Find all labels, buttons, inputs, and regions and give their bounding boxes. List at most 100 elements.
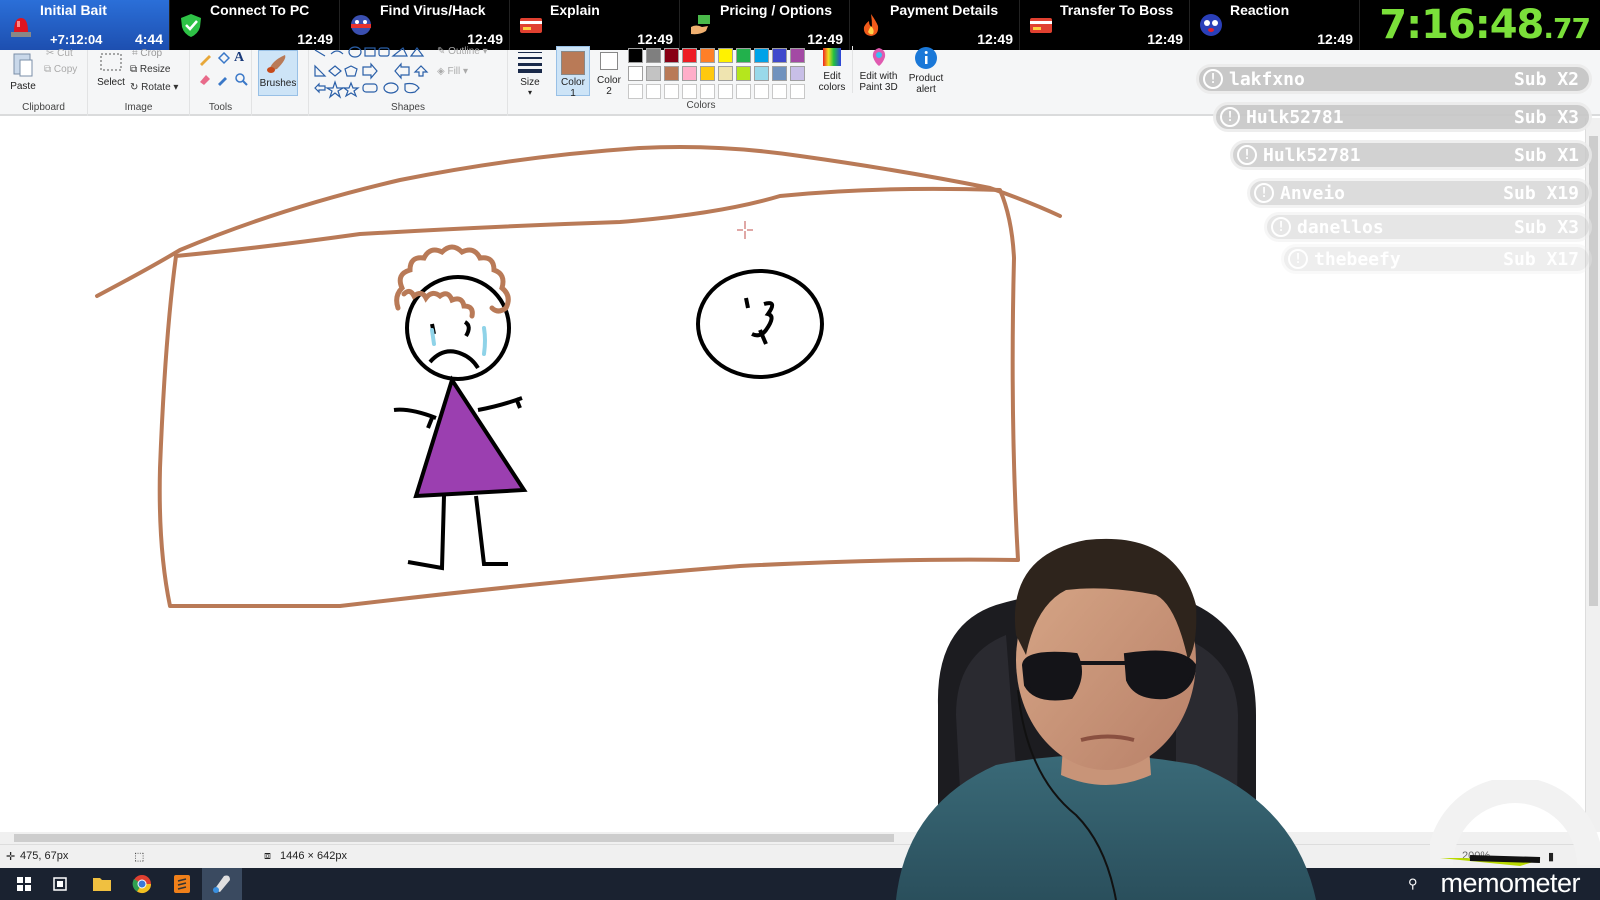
- alert-icon: !: [1203, 69, 1223, 89]
- palette-swatch[interactable]: [664, 66, 679, 81]
- palette-swatch[interactable]: [700, 66, 715, 81]
- colors-group-label: Colors: [686, 100, 716, 111]
- brushes-button[interactable]: Brushes: [258, 50, 298, 96]
- alert-icon: !: [1237, 145, 1257, 165]
- task-view-icon[interactable]: [42, 872, 78, 896]
- split-name: Explain: [550, 2, 600, 18]
- split-time: 12:49: [807, 31, 843, 47]
- palette-swatch[interactable]: [736, 66, 751, 81]
- copy-button[interactable]: ⧉ Copy: [44, 64, 77, 75]
- select-icon: [100, 53, 122, 71]
- magnifier-icon[interactable]: [234, 72, 248, 86]
- file-explorer-icon[interactable]: [84, 872, 120, 896]
- palette-swatch[interactable]: [718, 48, 733, 63]
- face-mouth: [751, 301, 775, 345]
- sub-alert: ! thebeefy Sub X17: [1281, 244, 1592, 274]
- palette-empty-swatch[interactable]: [646, 84, 661, 99]
- palette-empty-swatch[interactable]: [628, 84, 643, 99]
- shapes-group: ✎ Outline ▾ ◈ Fill ▾ Shapes: [308, 46, 508, 116]
- sublime-icon[interactable]: [164, 872, 200, 896]
- fill-dropdown[interactable]: ◈ Fill ▾: [437, 66, 468, 77]
- line-size-icon: [518, 52, 542, 73]
- figure-leg-left: [407, 495, 446, 571]
- palette-empty-swatch[interactable]: [790, 84, 805, 99]
- palette-swatch[interactable]: [628, 66, 643, 81]
- fill-bucket-icon[interactable]: [216, 52, 230, 66]
- rotate-button[interactable]: ↻ Rotate ▾: [130, 82, 178, 93]
- palette-swatch[interactable]: [790, 66, 805, 81]
- split-initial-bait: Initial Bait +7:12:04 4:44: [0, 0, 170, 50]
- sub-alert-user: Anveio: [1280, 183, 1346, 204]
- clipboard-group-label: Clipboard: [22, 102, 65, 113]
- palette-swatch[interactable]: [682, 66, 697, 81]
- color2-button[interactable]: Color 2: [594, 46, 624, 97]
- outline-dropdown[interactable]: ✎ Outline ▾: [437, 46, 488, 57]
- vertical-scroll-thumb[interactable]: [1589, 136, 1598, 606]
- edit-colors-line2: colors: [818, 82, 846, 93]
- palette-swatch[interactable]: [790, 48, 805, 63]
- split-time: 12:49: [467, 31, 503, 47]
- credit-card-icon: [1030, 18, 1052, 33]
- palette-swatch[interactable]: [682, 48, 697, 63]
- color1-button[interactable]: Color 1: [556, 46, 590, 99]
- split-time: 12:49: [297, 31, 333, 47]
- palette-swatch[interactable]: [754, 66, 769, 81]
- people-icon[interactable]: ⚲: [1408, 876, 1418, 892]
- split-name: Payment Details: [890, 2, 999, 18]
- palette-empty-swatch[interactable]: [736, 84, 751, 99]
- rainbow-palette-icon: [823, 48, 841, 66]
- palette-swatch[interactable]: [664, 48, 679, 63]
- palette-swatch[interactable]: [700, 48, 715, 63]
- virus-icon: [351, 15, 371, 35]
- select-button[interactable]: Select: [94, 52, 128, 88]
- size-button[interactable]: Size ▾: [512, 50, 548, 97]
- cursor-position-icon: ✛: [6, 851, 16, 863]
- crop-button[interactable]: ⌗ Crop: [132, 48, 162, 59]
- paste-button[interactable]: Paste: [8, 52, 38, 92]
- face-circle: [696, 269, 824, 379]
- text-tool-icon[interactable]: A: [234, 50, 244, 66]
- sub-alert: ! lakfxno Sub X2: [1196, 64, 1592, 94]
- color-picker-icon[interactable]: [216, 72, 230, 86]
- palette-empty-swatch[interactable]: [700, 84, 715, 99]
- sub-alert-user: danellos: [1297, 217, 1384, 238]
- pencil-icon[interactable]: [198, 52, 212, 66]
- palette-empty-swatch[interactable]: [754, 84, 769, 99]
- palette-swatch[interactable]: [718, 66, 733, 81]
- windows-start-icon[interactable]: [6, 872, 42, 896]
- horizontal-scrollbar[interactable]: [0, 832, 1585, 844]
- palette-empty-swatch[interactable]: [682, 84, 697, 99]
- split-name: Initial Bait: [40, 2, 107, 18]
- brushes-label: Brushes: [259, 78, 297, 89]
- chrome-icon[interactable]: [124, 872, 160, 896]
- palette-empty-swatch[interactable]: [718, 84, 733, 99]
- cut-button[interactable]: ✂ Cut: [46, 48, 73, 59]
- purple-dress: [413, 375, 528, 499]
- horizontal-scroll-thumb[interactable]: [14, 834, 894, 842]
- stick-figure: [393, 244, 528, 571]
- palette-swatch[interactable]: [772, 48, 787, 63]
- product-alert-button[interactable]: Product alert: [904, 46, 948, 95]
- shapes-gallery[interactable]: [311, 46, 441, 100]
- color1-swatch: [561, 51, 585, 75]
- resize-button[interactable]: ⧉ Resize: [130, 64, 171, 75]
- figure-leg-right: [474, 495, 508, 566]
- memometer-gauge: [1430, 780, 1600, 866]
- palette-swatch[interactable]: [646, 48, 661, 63]
- edit-colors-button[interactable]: Edit colors: [812, 46, 852, 93]
- palette-swatch[interactable]: [628, 48, 643, 63]
- palette-empty-swatch[interactable]: [772, 84, 787, 99]
- color2-swatch: [600, 52, 618, 70]
- crosshair-cursor: [737, 221, 753, 239]
- shapes-group-label: Shapes: [391, 102, 425, 113]
- paint3d-button[interactable]: Edit with Paint 3D: [852, 46, 904, 93]
- palette-empty-swatch[interactable]: [664, 84, 679, 99]
- eraser-icon[interactable]: [198, 72, 212, 86]
- palette-swatch[interactable]: [646, 66, 661, 81]
- tear-left: [430, 328, 436, 346]
- palette-swatch[interactable]: [772, 66, 787, 81]
- palette-swatch[interactable]: [736, 48, 751, 63]
- split-name: Reaction: [1230, 2, 1290, 18]
- palette-swatch[interactable]: [754, 48, 769, 63]
- paint-taskbar-button[interactable]: [202, 868, 242, 900]
